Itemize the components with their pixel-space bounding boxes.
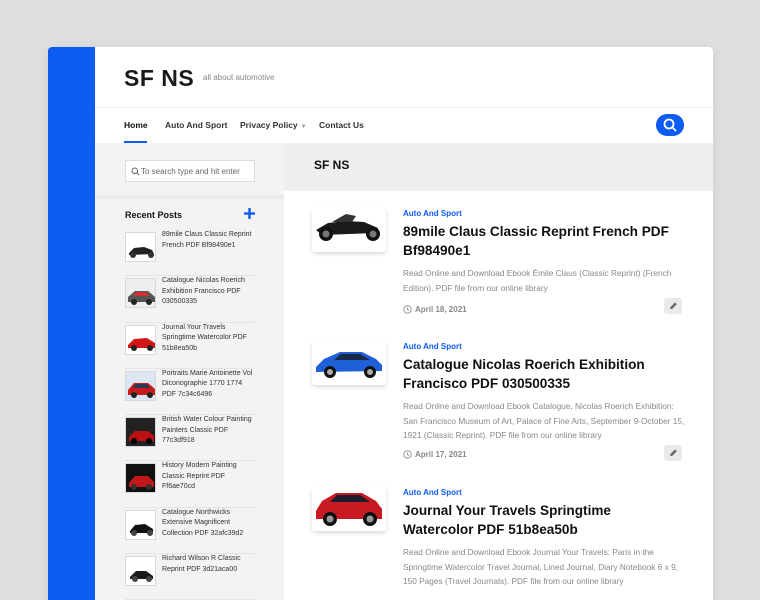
pencil-icon	[670, 449, 677, 456]
nav-item-privacy-policy[interactable]: Privacy Policy ▼	[240, 120, 307, 130]
recent-post-title[interactable]: Catalogue Northwicks Extensive Magnifice…	[162, 508, 257, 540]
recent-post-title[interactable]: Portraits Marie Antoinette Vol Diconogra…	[162, 369, 257, 401]
nav-item-label: Auto And Sport	[165, 120, 228, 130]
recent-post-item[interactable]: British Water Colour Painting Painters C…	[125, 415, 257, 462]
sidebar: To search type and hit enter Recent Post…	[95, 143, 284, 600]
sidebar-search-input[interactable]: To search type and hit enter	[125, 160, 255, 182]
main-heading: SF NS	[314, 158, 350, 172]
post-thumbnail[interactable]	[125, 278, 156, 309]
post-thumbnail[interactable]	[125, 324, 156, 355]
recent-post-title[interactable]: Richard Wilson R Classic Reprint PDF 3d2…	[162, 554, 257, 575]
main-content: SF NS Auto And Sport 89mile Claus Classi…	[284, 143, 713, 600]
date-text: April 17, 2021	[415, 450, 467, 459]
caret-down-icon: ▼	[300, 124, 307, 130]
plus-icon[interactable]	[244, 208, 255, 219]
post-thumbnail[interactable]	[125, 463, 156, 494]
article-title[interactable]: Catalogue Nicolas Roerich Exhibition Fra…	[403, 355, 675, 393]
article-category[interactable]: Auto And Sport	[403, 209, 462, 218]
page-window: SF NS all about automotive Home Auto And…	[48, 47, 713, 600]
recent-post-title[interactable]: Catalogue Nicolas Roerich Exhibition Fra…	[162, 276, 257, 308]
recent-posts-widget: Recent Posts 89mile Claus Classic Reprin…	[125, 208, 255, 600]
search-button[interactable]	[656, 114, 684, 136]
recent-post-title[interactable]: 89mile Claus Classic Reprint French PDF …	[162, 230, 257, 251]
nav-item-home[interactable]: Home	[124, 120, 148, 130]
recent-posts-title: Recent Posts	[125, 210, 183, 220]
article-thumbnail[interactable]	[312, 341, 386, 385]
recent-post-item[interactable]: Catalogue Nicolas Roerich Exhibition Fra…	[125, 276, 257, 323]
recent-post-item[interactable]: 89mile Claus Classic Reprint French PDF …	[125, 230, 257, 277]
search-icon	[663, 118, 677, 132]
recent-post-title[interactable]: History Modern Painting Classic Reprint …	[162, 461, 257, 493]
site-header: SF NS all about automotive	[95, 47, 713, 107]
post-thumbnail[interactable]	[125, 556, 156, 587]
recent-posts-list: 89mile Claus Classic Reprint French PDF …	[125, 230, 255, 600]
site-tagline: all about automotive	[203, 73, 275, 82]
post-thumbnail[interactable]	[125, 370, 156, 401]
sidebar-divider	[95, 195, 284, 199]
article-title[interactable]: Journal Your Travels Springtime Watercol…	[403, 501, 675, 539]
accent-sidebar-bar	[48, 47, 95, 600]
main-heading-bar: SF NS	[284, 143, 713, 191]
main-nav: Home Auto And Sport Privacy Policy ▼ Cont…	[95, 107, 713, 143]
recent-post-title[interactable]: Journal Your Travels Springtime Watercol…	[162, 323, 257, 355]
article-category[interactable]: Auto And Sport	[403, 342, 462, 351]
article-thumbnail[interactable]	[312, 208, 386, 252]
post-thumbnail[interactable]	[125, 417, 156, 448]
nav-item-auto-and-sport[interactable]: Auto And Sport	[165, 120, 227, 130]
article-date: April 17, 2021	[403, 450, 467, 459]
post-thumbnail[interactable]	[125, 509, 156, 540]
clock-icon	[403, 450, 412, 459]
article-title[interactable]: 89mile Claus Classic Reprint French PDF …	[403, 222, 675, 260]
post-thumbnail[interactable]	[125, 232, 156, 262]
nav-item-contact-us[interactable]: Contact Us	[319, 120, 364, 130]
recent-post-title[interactable]: British Water Colour Painting Painters C…	[162, 415, 257, 447]
article-category[interactable]: Auto And Sport	[403, 488, 462, 497]
edit-button[interactable]	[664, 445, 682, 461]
nav-item-label: Privacy Policy	[240, 120, 298, 130]
article-excerpt: Read Online and Download Ebook Journal Y…	[403, 547, 679, 586]
recent-post-item[interactable]: Richard Wilson R Classic Reprint PDF 3d2…	[125, 554, 255, 600]
site-title[interactable]: SF NS	[124, 65, 194, 92]
search-icon	[131, 167, 140, 176]
recent-post-item[interactable]: Portraits Marie Antoinette Vol Diconogra…	[125, 369, 257, 416]
article-excerpt: Read Online and Download Ebook Catalogue…	[403, 401, 685, 440]
article-date: April 18, 2021	[403, 305, 467, 314]
date-text: April 18, 2021	[415, 305, 467, 314]
clock-icon	[403, 305, 412, 314]
nav-item-label: Contact Us	[319, 120, 364, 130]
pencil-icon	[670, 302, 677, 309]
article-excerpt: Read Online and Download Ebook Émile Cla…	[403, 268, 672, 293]
search-placeholder: To search type and hit enter	[141, 167, 240, 176]
recent-post-item[interactable]: History Modern Painting Classic Reprint …	[125, 461, 257, 508]
edit-button[interactable]	[664, 298, 682, 314]
nav-item-label: Home	[124, 120, 148, 130]
recent-post-item[interactable]: Catalogue Northwicks Extensive Magnifice…	[125, 508, 257, 555]
article-thumbnail[interactable]	[312, 487, 386, 531]
recent-post-item[interactable]: Journal Your Travels Springtime Watercol…	[125, 323, 255, 369]
